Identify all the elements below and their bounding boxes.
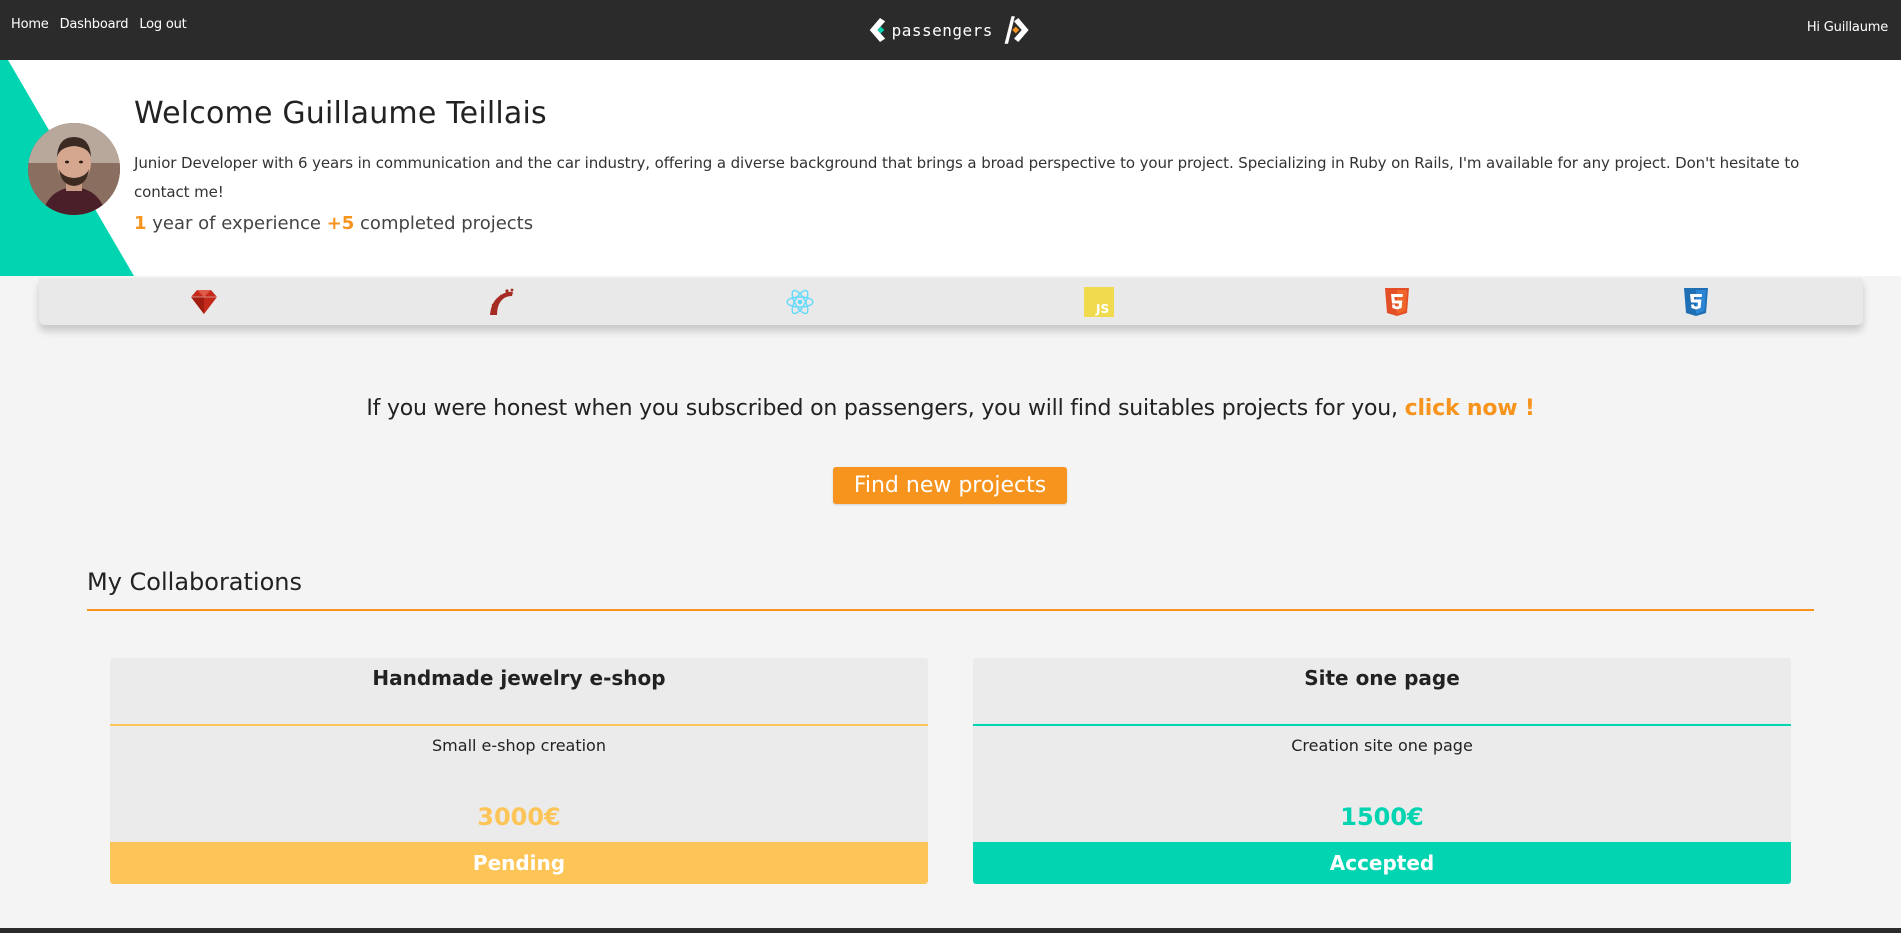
avatar: [28, 123, 120, 215]
react-icon: [786, 289, 814, 315]
javascript-icon: JS: [1084, 287, 1114, 317]
card-description: Small e-shop creation: [432, 736, 606, 755]
status-badge-pending: Pending: [110, 842, 928, 884]
nav-logout-link[interactable]: Log out: [139, 17, 186, 32]
card-divider: [973, 724, 1791, 726]
nav-dashboard-link[interactable]: Dashboard: [60, 17, 129, 32]
svg-text:JS: JS: [1095, 302, 1109, 316]
card-description: Creation site one page: [1291, 736, 1473, 755]
cta-click-now-link[interactable]: click now !: [1405, 396, 1535, 421]
user-greeting: Hi Guillaume: [1806, 20, 1888, 35]
avatar-photo: [28, 123, 120, 215]
nav-links: Home Dashboard Log out: [11, 17, 187, 32]
find-new-projects-button[interactable]: Find new projects: [833, 467, 1067, 504]
status-badge-accepted: Accepted: [973, 842, 1791, 884]
css3-icon: [1684, 288, 1708, 316]
profile-banner: Welcome Guillaume Teillais Junior Develo…: [0, 60, 1901, 276]
top-navbar: Home Dashboard Log out passengers Hi Gui…: [0, 0, 1901, 60]
card-title: Handmade jewelry e-shop: [372, 666, 666, 690]
collaborations-title: My Collaborations: [87, 568, 302, 596]
logo-left-bracket-icon: [869, 17, 886, 43]
card-divider: [110, 724, 928, 726]
projects-label: completed projects: [354, 213, 534, 234]
card-price: 3000€: [477, 803, 561, 831]
passengers-logo[interactable]: passengers: [868, 8, 1032, 52]
logo-right-bracket-icon: [1004, 16, 1029, 44]
collaboration-card[interactable]: Site one page Creation site one page 150…: [973, 658, 1791, 884]
rails-icon: [490, 288, 514, 315]
collaborations-divider: [87, 609, 1814, 611]
projects-count: +5: [326, 213, 355, 234]
experience-label: year of experience: [146, 213, 327, 234]
footer-bar: [0, 928, 1901, 933]
ruby-icon: [191, 290, 217, 314]
welcome-title: Welcome Guillaume Teillais: [134, 96, 547, 131]
profile-stats: 1 year of experience +5 completed projec…: [134, 213, 533, 234]
card-title: Site one page: [1304, 666, 1460, 690]
card-price: 1500€: [1340, 803, 1424, 831]
skills-bar: JS: [39, 278, 1863, 325]
collaboration-card[interactable]: Handmade jewelry e-shop Small e-shop cre…: [110, 658, 928, 884]
cta-text: If you were honest when you subscribed o…: [366, 396, 1405, 421]
logo-text: passengers: [891, 20, 993, 40]
experience-years: 1: [134, 213, 147, 234]
profile-bio: Junior Developer with 6 years in communi…: [134, 154, 1800, 201]
nav-home-link[interactable]: Home: [11, 17, 49, 32]
cta-message: If you were honest when you subscribed o…: [0, 396, 1901, 421]
html5-icon: [1385, 288, 1409, 316]
